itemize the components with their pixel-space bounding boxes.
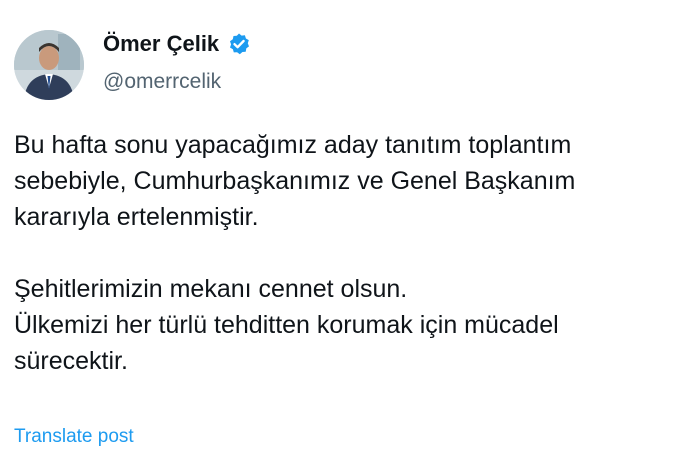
author-name-text: Ömer Çelik — [103, 31, 220, 56]
post-text-line: kararıyla ertelenmiştir. — [14, 203, 259, 231]
post-card: Ömer Çelik @omerrcelik Bu hafta sonu yap… — [0, 0, 690, 460]
verified-badge-icon — [227, 32, 251, 56]
post-body: Bu hafta sonu yapacağımız aday tanıtım t… — [14, 127, 690, 379]
translate-post-link[interactable]: Translate post — [14, 424, 134, 450]
author-handle[interactable]: @omerrcelik — [103, 68, 221, 96]
author-avatar[interactable] — [14, 30, 84, 100]
post-text-line: sebebiyle, Cumhurbaşkanımız ve Genel Baş… — [14, 167, 576, 195]
author-name[interactable]: Ömer Çelik — [103, 30, 251, 58]
post-text-line: Ülkemizi her türlü tehditten korumak içi… — [14, 311, 559, 339]
post-text-line: Şehitlerimizin mekanı cennet olsun. — [14, 275, 408, 303]
profile-photo-icon — [14, 30, 84, 100]
post-text-line: sürecektir. — [14, 347, 128, 375]
post-text-line: Bu hafta sonu yapacağımız aday tanıtım t… — [14, 131, 572, 159]
